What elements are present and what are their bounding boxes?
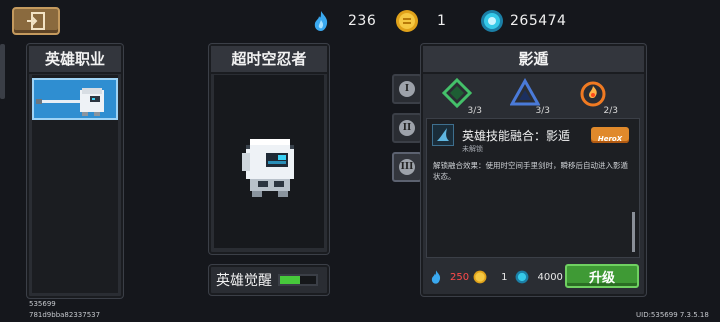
back-button[interactable] xyxy=(12,7,60,35)
gem-value: 265474 xyxy=(510,13,567,29)
hero-preview-area xyxy=(214,75,324,248)
tab-tier-3-label: III xyxy=(399,159,415,175)
skill-fusion-title: 影遁 xyxy=(423,46,644,74)
gold-cost-icon xyxy=(473,270,487,284)
tab-tier-3[interactable]: III xyxy=(392,152,422,182)
green-diamond-icon xyxy=(441,77,473,109)
gold-cost-value: 1 xyxy=(501,271,508,283)
energy-counter: 236 xyxy=(312,8,376,34)
energy-flame-icon xyxy=(314,11,328,31)
hero-awaken-panel[interactable]: 英雄觉醒 xyxy=(209,265,329,295)
blue-rune[interactable]: 3/3 xyxy=(509,77,550,116)
device-id: 781d9bba82337537 xyxy=(29,311,101,319)
awaken-progress-bar xyxy=(278,274,318,286)
skill-name: 英雄技能融合：影遁 xyxy=(462,129,571,143)
tab-tier-1-label: I xyxy=(399,81,415,97)
gold-coin-icon xyxy=(396,10,418,32)
hero-name: 超时空忍者 xyxy=(211,46,327,74)
gem-counter: 265474 xyxy=(480,8,566,34)
orange-rune[interactable]: 2/3 xyxy=(578,78,618,116)
tab-tier-2-label: II xyxy=(399,120,415,136)
blue-rune-count: 3/3 xyxy=(535,106,550,116)
skill-description: 解锁融合效果：使用时空间手里剑时，瞬移后自动进入影遁状态。 xyxy=(433,161,628,181)
upgrade-button[interactable]: 升级 xyxy=(565,264,639,288)
skill-lock-status: 未解锁 xyxy=(462,145,483,153)
energy-cost-value: 250 xyxy=(450,271,470,283)
gem-cost-value: 4000 xyxy=(537,271,563,283)
rune-row: 3/3 3/3 2/3 xyxy=(424,74,643,116)
awaken-label: 英雄觉醒 xyxy=(216,273,272,289)
energy-cost-icon xyxy=(431,270,441,284)
player-id: 535699 xyxy=(29,300,56,308)
herox-badge: HeroX xyxy=(591,127,629,143)
hero-class-slot-selected[interactable] xyxy=(32,78,118,120)
gold-value: 1 xyxy=(437,13,447,29)
gold-counter: 1 xyxy=(395,8,446,34)
energy-value: 236 xyxy=(348,13,377,29)
shadow-skill-icon xyxy=(432,124,454,146)
ninja-weapon-icon xyxy=(36,88,104,116)
left-edge-scrollbar[interactable] xyxy=(0,44,5,99)
green-rune-count: 3/3 xyxy=(467,106,482,116)
uid-version: UID:535699 7.3.5.18 xyxy=(636,311,709,319)
awaken-progress-fill xyxy=(280,276,300,284)
hero-class-title: 英雄职业 xyxy=(29,46,121,74)
gem-cost-icon xyxy=(516,270,529,284)
green-rune[interactable]: 3/3 xyxy=(441,77,482,116)
tab-tier-2[interactable]: II xyxy=(392,113,422,143)
tab-tier-1[interactable]: I xyxy=(392,74,422,104)
ninja-hero-sprite xyxy=(242,139,294,197)
gem-icon xyxy=(481,10,503,32)
orange-rune-count: 2/3 xyxy=(603,106,618,116)
exit-icon xyxy=(27,12,45,30)
orange-flame-rune-icon xyxy=(580,81,606,107)
skill-card-scrollbar[interactable] xyxy=(632,212,635,252)
blue-triangle-icon xyxy=(509,77,541,106)
